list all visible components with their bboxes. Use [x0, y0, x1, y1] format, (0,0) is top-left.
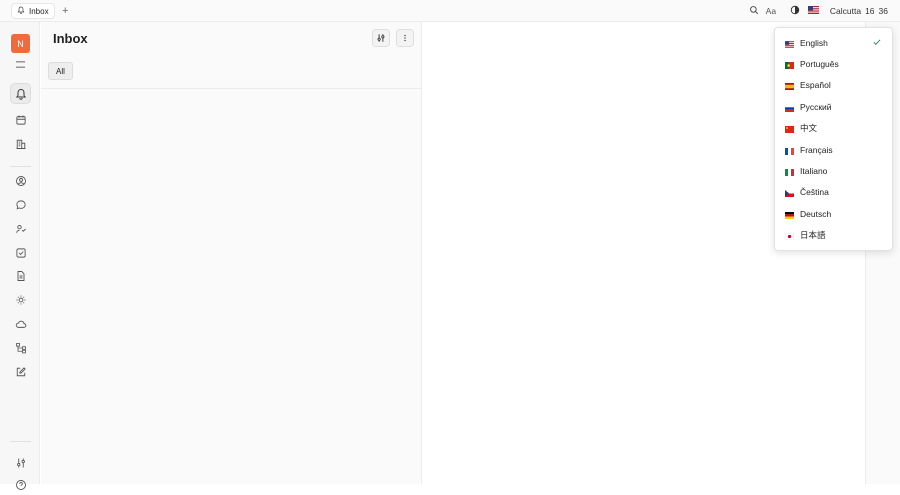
- user-circle-icon: [15, 175, 26, 186]
- jp-flag-icon: [784, 232, 795, 241]
- search-icon: [749, 5, 759, 17]
- more-options-button[interactable]: [396, 29, 414, 47]
- sidebar-item-insights[interactable]: [10, 289, 31, 310]
- sidebar-item-help[interactable]: [10, 474, 31, 495]
- de-flag-icon: [785, 211, 794, 219]
- language-option-label: Italiano: [800, 166, 828, 177]
- language-option-pt[interactable]: Português: [775, 53, 892, 74]
- search-button[interactable]: [747, 3, 761, 19]
- sliders-icon: [377, 34, 385, 42]
- building-icon: [16, 139, 25, 149]
- pt-flag-icon: [785, 61, 794, 70]
- clock-hour: 16: [865, 6, 875, 16]
- language-button[interactable]: [806, 3, 822, 19]
- top-right-controls: Aa Calcutta 16 36: [747, 3, 888, 19]
- menu-icon: [16, 61, 25, 68]
- calendar-icon: [15, 115, 26, 125]
- sidebar-item-contacts[interactable]: [10, 170, 31, 191]
- language-option-jp[interactable]: 日本語: [775, 225, 892, 246]
- page-title: Inbox: [53, 31, 88, 46]
- document-icon: [17, 270, 24, 281]
- sidebar-divider: [10, 441, 31, 442]
- language-option-cz[interactable]: Čeština: [775, 182, 892, 203]
- sidebar-item-documents[interactable]: [10, 265, 31, 286]
- clock-minute: 36: [878, 6, 888, 16]
- fr-flag-icon: [785, 147, 794, 155]
- sidebar-divider: [10, 166, 31, 167]
- sun-icon: [16, 295, 25, 304]
- bell-icon: [15, 88, 26, 100]
- avatar[interactable]: N: [11, 34, 30, 53]
- sidebar-item-tasks[interactable]: [10, 242, 31, 263]
- filter-all-button[interactable]: All: [48, 62, 73, 80]
- language-option-label: 日本語: [800, 230, 826, 241]
- sliders-icon: [16, 458, 25, 467]
- sidebar-item-settings[interactable]: [10, 452, 31, 473]
- menu-toggle[interactable]: [10, 54, 31, 75]
- sidebar-item-organization[interactable]: [10, 133, 31, 154]
- language-option-es[interactable]: Español: [775, 75, 892, 96]
- sidebar-item-inbox[interactable]: [10, 83, 31, 104]
- language-option-label: Русский: [800, 101, 832, 112]
- top-bar: Inbox + Aa Calcutta 16 36: [0, 0, 900, 22]
- inbox-panel: Inbox All: [41, 22, 422, 484]
- sidebar-item-cloud[interactable]: [10, 313, 31, 334]
- inbox-divider: [41, 88, 421, 89]
- filter-settings-button[interactable]: [372, 29, 390, 47]
- help-icon: [15, 479, 26, 490]
- checkbox-icon: [15, 247, 26, 258]
- language-option-label: Español: [800, 80, 831, 91]
- ru-flag-icon: [785, 104, 794, 112]
- edit-icon: [16, 366, 26, 376]
- cloud-icon: [15, 320, 26, 328]
- language-option-us[interactable]: English: [775, 32, 892, 53]
- sidebar-item-chat[interactable]: [10, 194, 31, 215]
- language-option-label: 中文: [800, 123, 818, 134]
- it-flag-icon: [785, 168, 794, 177]
- bell-icon: [17, 6, 25, 16]
- es-flag-icon: [785, 82, 794, 91]
- users-icon: [15, 224, 26, 233]
- language-option-label: Čeština: [800, 187, 829, 198]
- sidebar-item-workflows[interactable]: [10, 337, 31, 358]
- cn-flag-icon: [785, 125, 794, 134]
- checkmark-icon: [872, 37, 882, 49]
- language-option-fr[interactable]: Français: [775, 139, 892, 160]
- language-option-it[interactable]: Italiano: [775, 160, 892, 181]
- contrast-icon: [790, 5, 800, 17]
- workflow-icon: [15, 342, 26, 353]
- cz-flag-icon: [785, 189, 794, 198]
- tab-label: Inbox: [29, 6, 49, 16]
- language-option-ru[interactable]: Русский: [775, 96, 892, 117]
- us-flag-icon: [785, 40, 794, 48]
- language-option-de[interactable]: Deutsch: [775, 203, 892, 224]
- new-tab-button[interactable]: +: [62, 4, 68, 18]
- language-option-label: Português: [800, 59, 839, 70]
- language-option-cn[interactable]: 中文: [775, 118, 892, 139]
- theme-toggle[interactable]: [787, 3, 803, 19]
- language-dropdown: English Português Español Русский 中文 Français…: [774, 27, 893, 251]
- timezone-label[interactable]: Calcutta: [830, 3, 861, 19]
- more-vertical-icon: [404, 34, 406, 42]
- chat-icon: [15, 199, 26, 209]
- language-option-label: English: [800, 37, 828, 48]
- language-option-label: Français: [800, 144, 833, 155]
- us-flag-icon: [808, 6, 820, 16]
- left-sidebar: N: [0, 22, 40, 490]
- sidebar-item-notes[interactable]: [10, 361, 31, 382]
- font-size-button[interactable]: Aa: [763, 3, 779, 19]
- sidebar-item-calendar[interactable]: [10, 109, 31, 130]
- sidebar-item-team[interactable]: [10, 218, 31, 239]
- language-option-label: Deutsch: [800, 208, 832, 219]
- tab-inbox[interactable]: Inbox: [11, 3, 55, 19]
